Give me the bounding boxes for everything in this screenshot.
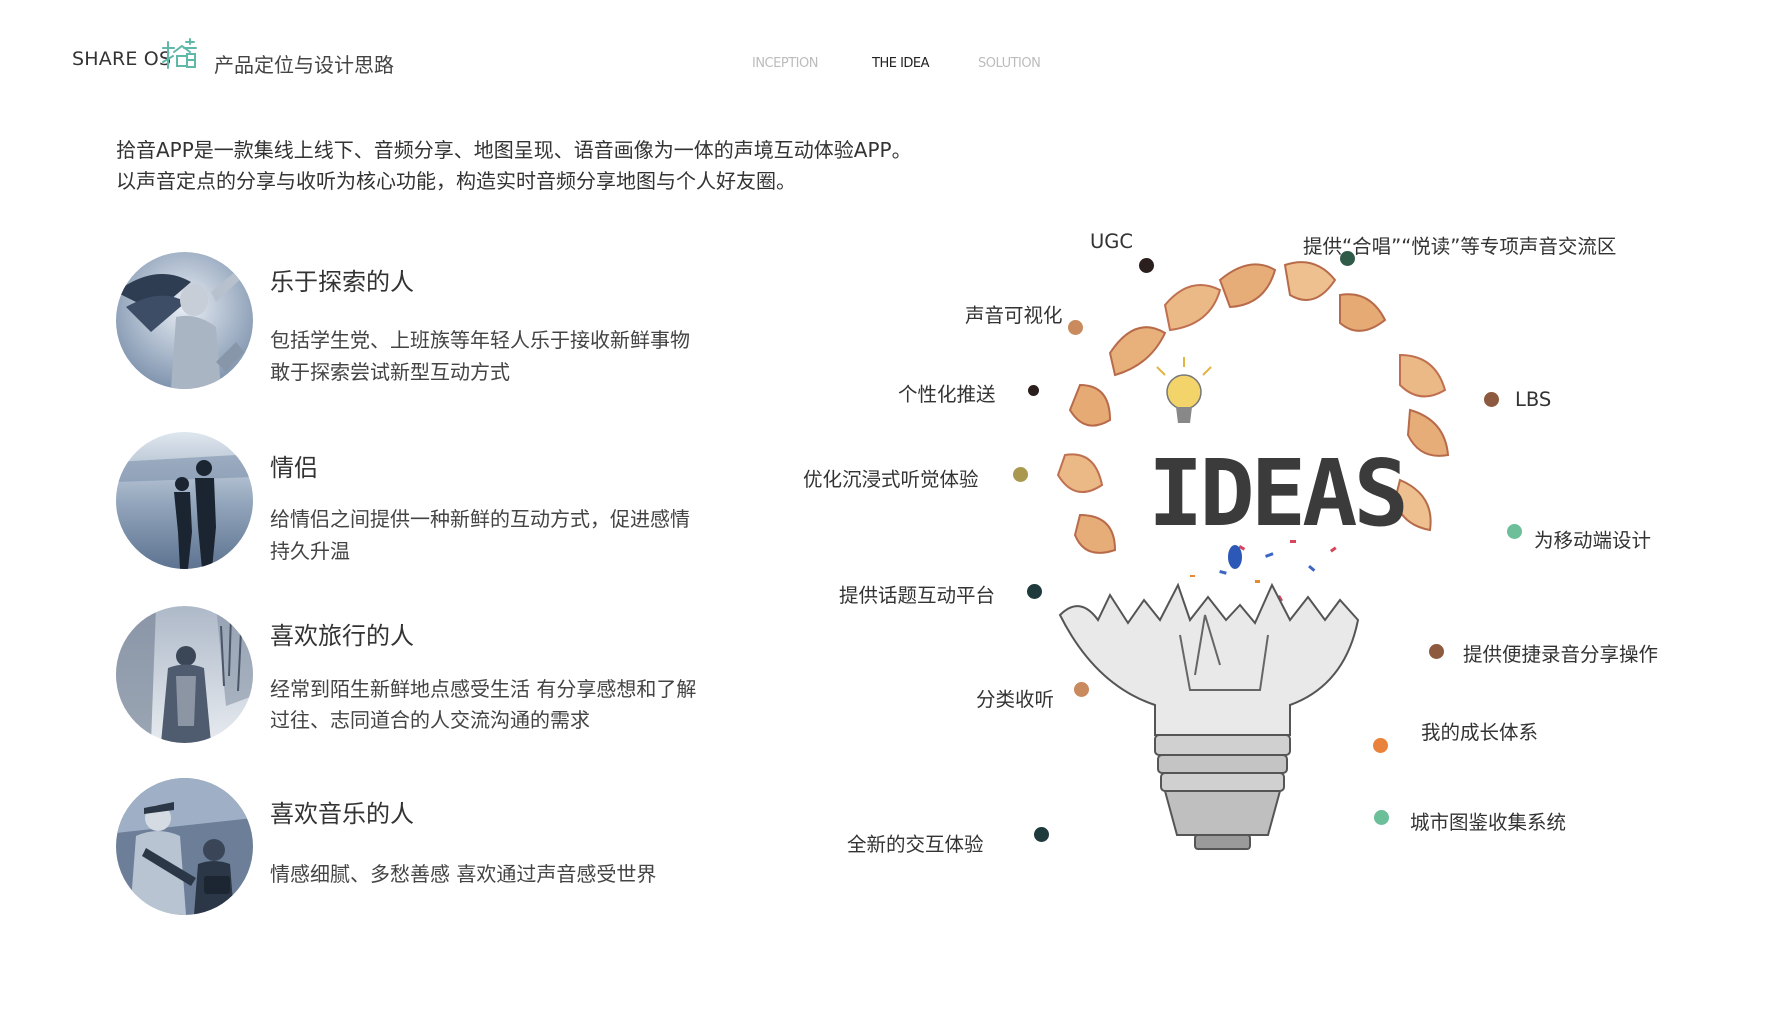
persona-title: 喜欢音乐的人 [270,800,414,828]
persona-explorer-photo [116,252,253,389]
feature-dot [1484,392,1499,407]
intro-line-2: 以声音定点的分享与收听为核心功能，构造实时音频分享地图与个人好友圈。 [116,169,796,193]
feature-label: 提供话题互动平台 [839,584,996,607]
intro-line-1: 拾音APP是一款集线上线下、音频分享、地图呈现、语音画像为一体的声境互动体验AP… [116,138,912,162]
feature-dot [1374,810,1389,825]
persona-desc-line: 过往、志同道合的人交流沟通的需求 [270,708,590,732]
feature-label: 声音可视化 [965,304,1063,327]
feature-dot [1340,251,1355,266]
feature-dot [1068,320,1083,335]
persona-desc-line: 经常到陌生新鲜地点感受生活 有分享感想和了解 [270,677,697,701]
persona-traveler-photo [116,606,253,743]
persona-desc-line: 给情侣之间提供一种新鲜的互动方式，促进感情 [270,507,690,531]
feature-label: LBS [1515,388,1552,411]
page-title: 产品定位与设计思路 [214,53,394,77]
feature-label: 分类收听 [976,688,1055,711]
broken-lightbulb-icon [1058,582,1360,850]
persona-title: 情侣 [270,454,318,482]
feature-dot [1028,385,1039,396]
persona-desc-line: 情感细腻、多愁善感 喜欢通过声音感受世界 [270,862,657,886]
small-lightbulb-icon [1156,357,1212,423]
brand-name: SHARE OS [72,48,172,70]
persona-couple-photo [116,432,253,569]
persona-music-photo [116,778,253,915]
tab-the-idea[interactable]: THE IDEA [872,56,930,71]
feature-dot [1373,738,1388,753]
feature-label: UGC [1090,230,1133,253]
persona-title: 乐于探索的人 [270,268,414,296]
feature-label: 个性化推送 [898,383,996,406]
persona-desc-line: 包括学生党、上班族等年轻人乐于接收新鲜事物 [270,328,690,352]
shiyin-logo-icon [162,38,197,69]
tab-inception[interactable]: INCEPTION [752,56,818,71]
tab-solution[interactable]: SOLUTION [978,56,1041,71]
feature-label: 全新的交互体验 [847,833,984,856]
feature-dot [1027,584,1042,599]
feature-dot [1074,682,1089,697]
feature-label: 为移动端设计 [1534,529,1652,552]
idea-lightbulb-illustration: IDEAS [1056,261,1450,850]
feature-dot [1139,258,1154,273]
feature-dot [1034,827,1049,842]
feature-label: 优化沉浸式听觉体验 [803,468,979,491]
feature-label: 城市图鉴收集系统 [1410,811,1567,834]
feature-label: 我的成长体系 [1421,721,1539,744]
feature-dot [1429,644,1444,659]
persona-desc-line: 敢于探索尝试新型互动方式 [270,360,510,384]
feature-dot [1013,467,1028,482]
feature-dot [1507,524,1522,539]
svg-text:IDEAS: IDEAS [1148,440,1405,547]
persona-desc-line: 持久升温 [270,539,350,563]
feature-label: 提供便捷录音分享操作 [1463,643,1659,666]
persona-title: 喜欢旅行的人 [270,622,414,650]
